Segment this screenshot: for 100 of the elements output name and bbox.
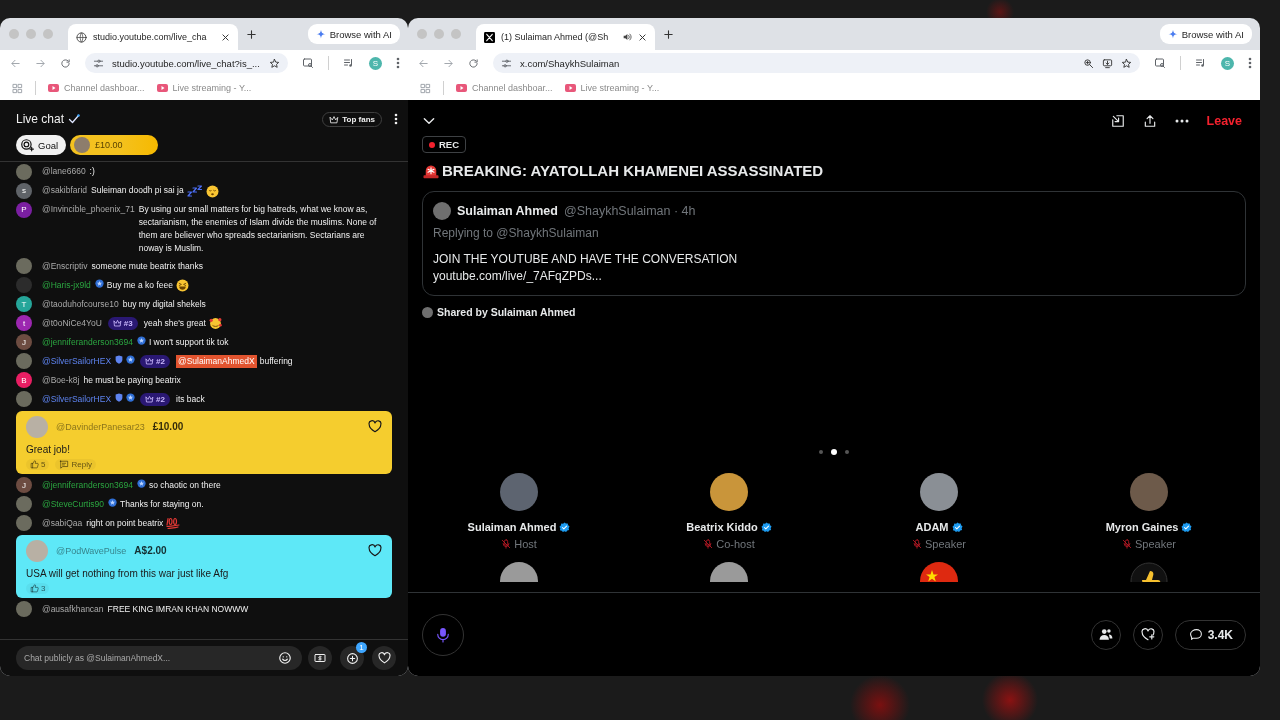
heart-icon[interactable]: [368, 544, 382, 557]
author-name: @Invincible_phoenix_71: [42, 203, 135, 216]
bookmark[interactable]: Channel dashboar...: [48, 83, 145, 93]
tab-search-icon[interactable]: [302, 57, 314, 69]
thumbs-up-icon: [30, 583, 39, 593]
speaker-name: Beatrix Kiddo: [686, 521, 758, 533]
media-controls-icon[interactable]: [1195, 57, 1207, 69]
more-icon[interactable]: [394, 113, 398, 125]
post-link[interactable]: youtube.com/live/_7AFqZPDs...: [433, 268, 1235, 285]
speaker-role: Speaker: [1135, 538, 1176, 550]
globe-icon: [76, 31, 87, 43]
zoom-icon[interactable]: [1083, 57, 1094, 69]
new-tab-icon[interactable]: [663, 28, 675, 40]
heart-button[interactable]: [372, 646, 396, 670]
reply-button[interactable]: Reply: [55, 458, 96, 470]
money-icon: [314, 652, 326, 664]
browse-with-ai-button[interactable]: Browse with AI: [307, 24, 400, 44]
install-icon[interactable]: [1102, 57, 1113, 69]
message-text: :): [89, 165, 95, 178]
message-text: buffering: [259, 354, 293, 368]
avatar: [16, 515, 32, 531]
like-button[interactable]: 5: [26, 458, 50, 470]
goal-chip[interactable]: Goal: [16, 135, 67, 155]
like-button[interactable]: 3: [26, 582, 50, 594]
message-text: Thanks for staying on.: [120, 497, 204, 511]
message-text: I won't support tik tok: [148, 335, 229, 349]
media-controls-icon[interactable]: [343, 57, 355, 69]
mention-tag: @SulaimanAhmedX: [176, 354, 257, 368]
author-name: @taoduhofcourse10: [42, 297, 119, 311]
avatar: [16, 601, 32, 617]
avatar: [710, 473, 748, 511]
letter-avatar: J: [16, 334, 32, 350]
dock-icon[interactable]: [1110, 114, 1125, 128]
author-name: @lane6660: [42, 165, 86, 178]
pinned-super-chat[interactable]: £10.00: [70, 135, 159, 155]
crown-icon: [112, 319, 122, 327]
play-logo-icon: [456, 84, 467, 92]
smiling-face-with-hearts-icon: [208, 317, 222, 330]
heart-icon[interactable]: [368, 420, 382, 433]
more-icon[interactable]: [1174, 119, 1189, 123]
leave-button[interactable]: Leave: [1206, 114, 1242, 128]
bookmark[interactable]: Channel dashboar...: [456, 83, 553, 93]
rank-number: #2: [156, 355, 165, 368]
heart-plus-icon: [1140, 628, 1155, 641]
reload-icon[interactable]: [468, 57, 479, 69]
shared-by-text: Shared by Sulaiman Ahmed: [437, 306, 576, 318]
bookmark[interactable]: Live streaming - Y...: [156, 83, 252, 93]
author-name: @jenniferanderson3694: [42, 335, 133, 349]
avatar: [433, 202, 451, 220]
hundred-points-icon: [166, 517, 181, 530]
super-chat-amount: £10.00: [152, 421, 184, 432]
browser-tab[interactable]: studio.youtube.com/live_cha: [68, 24, 238, 50]
more-icon[interactable]: [1248, 57, 1252, 69]
rank-number: #3: [123, 317, 133, 330]
play-logo-icon: [564, 84, 576, 92]
avatar: [16, 258, 32, 274]
page-dot[interactable]: [831, 449, 837, 455]
message-text: he must be paying beatrix: [83, 373, 181, 387]
browse-with-ai-button[interactable]: Browse with AI: [1159, 24, 1252, 44]
letter-avatar: B: [16, 372, 32, 388]
author-name: @t0oNiCe4YoU: [42, 316, 102, 330]
super-chat-button[interactable]: [308, 646, 332, 670]
close-icon[interactable]: [220, 32, 230, 42]
member-badge-icon: [126, 355, 136, 364]
super-chat-amount: A$2.00: [134, 545, 167, 556]
sleeping-face-icon: [205, 184, 219, 198]
close-icon[interactable]: [638, 32, 648, 42]
author-name: @Haris-jx9ld: [42, 278, 91, 292]
site-settings-icon[interactable]: [501, 57, 512, 69]
replying-to-text: Replying to @ShaykhSulaiman: [433, 226, 600, 240]
page-dot[interactable]: [819, 450, 823, 454]
message-text: By using our small matters for big hatreds, what we know as, sectarianism, the enemies of Islam divide the muslims. None of them are believer who spreads sectarianism. Sectarians are noway is Muslim.: [138, 203, 378, 255]
play-logo-icon: [48, 84, 59, 92]
thumbs-up-icon: [30, 459, 39, 469]
crown-icon: [145, 357, 155, 365]
browser-tab[interactable]: (1) Sulaiman Ahmed (@Sh: [476, 24, 656, 50]
shield-icon: [115, 355, 124, 364]
author-name: @PodWavePulse: [56, 545, 127, 556]
avatar: [26, 539, 48, 562]
author-name: @SteveCurtis90: [42, 497, 104, 511]
recording-dot-icon: [429, 141, 435, 148]
member-badge-icon: [136, 479, 146, 488]
new-tab-icon[interactable]: [245, 28, 257, 40]
bookmark[interactable]: Live streaming - Y...: [564, 83, 660, 93]
page-dot[interactable]: [845, 450, 849, 454]
mic-icon: [436, 626, 450, 643]
site-settings-icon[interactable]: [93, 57, 104, 69]
star-icon[interactable]: [269, 57, 280, 69]
chat-input[interactable]: Chat publicly as @SulaimanAhmedX...: [16, 646, 302, 670]
reload-icon[interactable]: [60, 57, 71, 69]
address-bar[interactable]: studio.youtube.com/live_chat?is_...: [85, 53, 288, 73]
star-icon[interactable]: [1121, 57, 1132, 69]
address-bar[interactable]: x.com/ShaykhSulaiman: [493, 53, 1140, 73]
chat-title: Live chat: [16, 112, 65, 126]
more-icon[interactable]: [396, 57, 400, 69]
message-text: Suleiman doodh pi sai ja: [91, 184, 184, 197]
check-icon: [68, 114, 81, 124]
share-icon[interactable]: [1142, 114, 1157, 128]
tab-search-icon[interactable]: [1154, 57, 1166, 69]
speaker-role: Host: [514, 538, 537, 550]
